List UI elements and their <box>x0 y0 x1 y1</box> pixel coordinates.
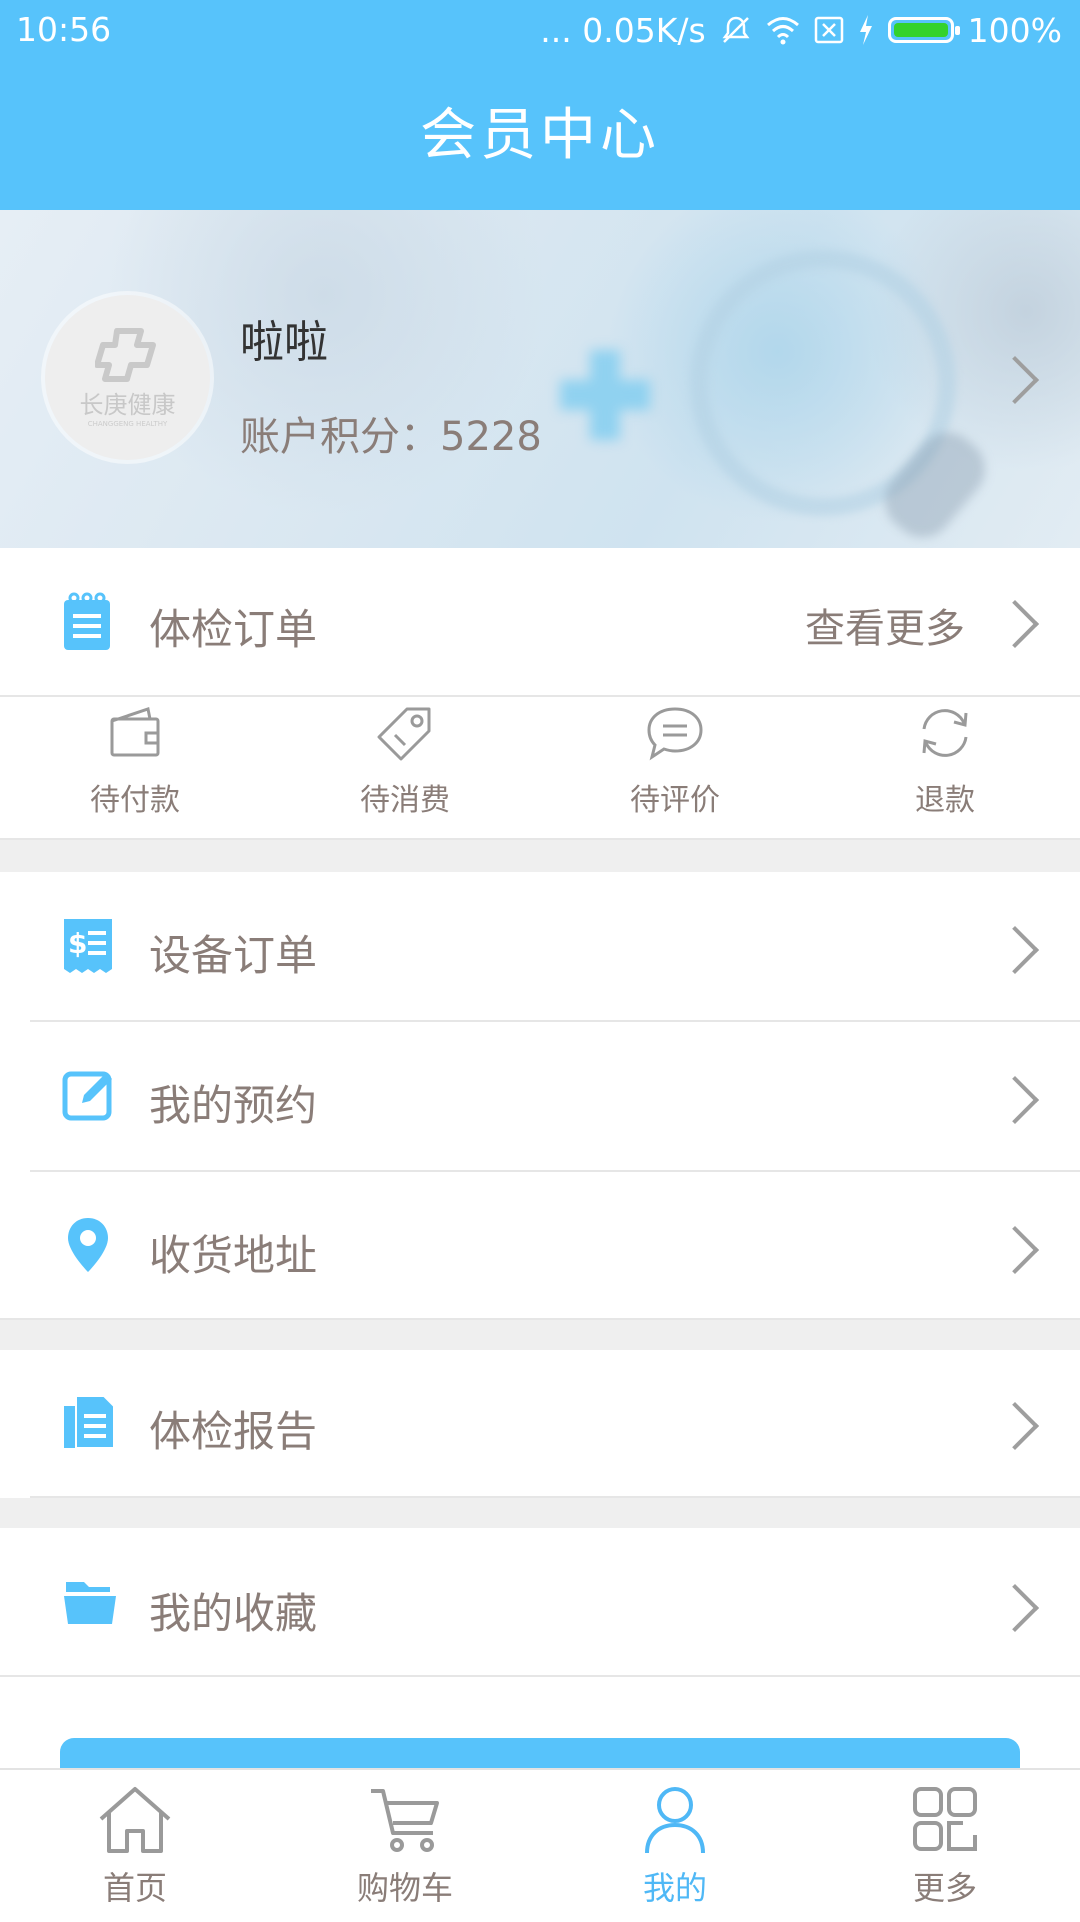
battery-percent: 100% <box>967 10 1062 50</box>
pending-review-label: 待评价 <box>630 783 720 818</box>
network-speed: ... 0.05K/s <box>540 10 706 50</box>
view-more-link[interactable]: 查看更多 <box>805 596 965 654</box>
favorites-chevron-icon <box>990 1583 1040 1633</box>
refund-label: 退款 <box>915 783 975 818</box>
divider <box>0 695 1080 697</box>
refresh-icon <box>922 709 968 757</box>
reports-chevron-icon <box>990 1401 1040 1451</box>
tab-cart-label: 购物车 <box>356 1869 453 1907</box>
logo-text: 长庚健康 <box>79 391 176 419</box>
clipboard-list-icon <box>64 592 110 650</box>
device-orders-row[interactable]: $ 设备订单 <box>0 872 1080 1020</box>
user-icon <box>645 1787 705 1854</box>
reports-row[interactable]: 体检报告 <box>0 1350 1080 1496</box>
tab-more[interactable]: 更多 <box>875 1785 1015 1909</box>
tab-cart[interactable]: 购物车 <box>335 1785 475 1909</box>
pending-use-label: 待消费 <box>360 783 450 818</box>
exam-orders-row[interactable]: 体检订单 查看更多 <box>0 548 1080 696</box>
battery-icon <box>887 17 960 43</box>
receipt-icon: $ <box>64 919 112 973</box>
mute-icon <box>722 16 750 43</box>
section-gap <box>0 840 1080 872</box>
exam-orders-label: 体检订单 <box>149 605 318 654</box>
addresses-row[interactable]: 收货地址 <box>0 1172 1080 1320</box>
account-points: 账户积分：5228 <box>240 414 542 460</box>
home-icon <box>99 1787 171 1853</box>
tab-home-label: 首页 <box>102 1869 167 1907</box>
appointments-row[interactable]: 我的预约 <box>0 1022 1080 1170</box>
addresses-label: 收货地址 <box>149 1231 318 1280</box>
tab-mine[interactable]: 我的 <box>605 1785 745 1909</box>
appointments-label: 我的预约 <box>149 1081 318 1130</box>
tab-home[interactable]: 首页 <box>65 1785 205 1909</box>
exam-orders-chevron-icon <box>990 599 1040 649</box>
reports-label: 体检报告 <box>149 1407 318 1456</box>
avatar[interactable]: 长庚健康 CHANGGENG HEALTHY <box>45 295 210 460</box>
favorites-row[interactable]: 我的收藏 <box>0 1528 1080 1676</box>
tab-mine-label: 我的 <box>642 1869 707 1907</box>
document-report-icon <box>64 1395 115 1449</box>
pending-review-button[interactable]: 待评价 <box>605 705 745 819</box>
device-orders-label: 设备订单 <box>149 931 318 980</box>
changgeng-logo-icon <box>94 328 156 382</box>
appointments-chevron-icon <box>990 1075 1040 1125</box>
wallet-icon <box>110 707 160 757</box>
tab-more-label: 更多 <box>912 1869 977 1907</box>
pending-use-button[interactable]: 待消费 <box>335 705 475 819</box>
grid-icon <box>913 1787 977 1851</box>
section-gap <box>0 1320 1080 1350</box>
status-icons: ... 0.05K/s 100% <box>540 8 1062 52</box>
sim-off-icon <box>814 16 843 44</box>
logo-subtext: CHANGGENG HEALTHY <box>87 420 168 428</box>
cart-icon <box>371 1789 439 1852</box>
favorites-label: 我的收藏 <box>149 1589 318 1638</box>
refund-button[interactable]: 退款 <box>875 705 1015 819</box>
page-title: 会员中心 <box>420 103 660 168</box>
charging-icon <box>859 15 872 45</box>
chat-bubble-icon <box>647 707 703 761</box>
svg-text:$: $ <box>68 927 87 960</box>
user-name: 啦啦 <box>240 317 328 368</box>
addresses-chevron-icon <box>990 1225 1040 1275</box>
status-time: 10:56 <box>16 10 112 49</box>
location-pin-icon <box>68 1218 108 1272</box>
folder-icon <box>64 1582 116 1624</box>
section-gap <box>0 1498 1080 1528</box>
tag-icon <box>377 707 431 761</box>
pending-payment-button[interactable]: 待付款 <box>65 705 205 819</box>
divider <box>0 1675 1080 1677</box>
pending-payment-label: 待付款 <box>90 783 180 818</box>
device-orders-chevron-icon <box>990 925 1040 975</box>
background-cross-decoration <box>560 350 650 440</box>
wifi-icon <box>766 17 799 45</box>
edit-icon <box>62 1071 112 1121</box>
